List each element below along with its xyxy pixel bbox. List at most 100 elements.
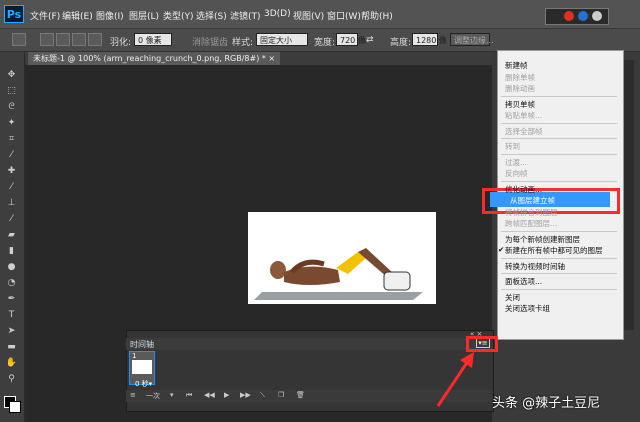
menu-item[interactable]: 为每个新帧创建新图层 [505,234,580,245]
menu-help[interactable]: 帮助(H) [361,9,393,22]
brush-icon[interactable]: ⁄ [5,182,18,193]
annotation-box-menu-button [466,336,498,352]
menu-item[interactable]: 反向帧 [505,168,528,179]
play-icon[interactable]: ▶ [224,391,229,399]
tray-icon-blue[interactable] [578,11,588,21]
menu-item[interactable]: 关闭 [505,292,520,303]
document-tab[interactable]: 未标题-1 @ 100% (arm_reaching_crunch_0.png,… [28,52,281,65]
menu-item[interactable]: 转到 [505,141,520,152]
menu-separator [501,153,617,155]
menu-separator [501,288,617,290]
width-label: 宽度: [314,38,336,48]
stamp-icon[interactable]: ⊥ [5,198,18,209]
menu-select[interactable]: 选择(S) [196,9,227,22]
hand-icon[interactable]: ✋ [5,358,18,369]
menu-window[interactable]: 窗口(W) [327,9,361,22]
menu-type[interactable]: 类型(Y) [163,9,194,22]
pen-icon[interactable]: ✒ [5,294,18,305]
type-tool-icon[interactable]: T [5,310,18,321]
eyedropper-icon[interactable]: ⁄ [5,150,18,161]
menu-item[interactable]: 过渡... [505,157,527,168]
menu-item[interactable]: 删除动画 [505,83,535,94]
magic-wand-icon[interactable]: ✦ [5,118,18,129]
panel-scrollbar[interactable] [624,60,634,330]
first-frame-icon[interactable]: ⏮ [186,391,192,400]
document-canvas[interactable] [248,212,436,304]
close-icon[interactable]: × [268,54,275,63]
blur-icon[interactable]: ● [5,262,18,273]
menu-item[interactable]: 粘贴单帧... [505,110,542,121]
menu-separator [501,230,617,232]
background-color-swatch[interactable] [9,401,21,413]
duplicate-frame-icon[interactable]: ❐ [278,391,284,399]
timeline-title: 时间轴 [130,340,154,349]
zoom-icon[interactable]: ⚲ [5,374,18,385]
menu-separator [501,138,617,139]
menu-filter[interactable]: 滤镜(T) [230,9,261,22]
menu-image[interactable]: 图像(I) [96,9,124,22]
menu-view[interactable]: 视图(V) [293,9,324,22]
tween-icon[interactable]: ⟍ [260,391,265,400]
path-select-icon[interactable]: ➤ [5,326,18,337]
new-selection-icon[interactable] [40,33,54,46]
feather-input[interactable]: 0 像素 [134,33,172,46]
menu-item[interactable]: 选择全部帧 [505,126,543,137]
frame-delay-select[interactable]: 0 秒▾ [135,379,152,389]
lasso-icon[interactable]: ᘓ [5,102,18,113]
figure-head [270,261,286,279]
move-tool-icon[interactable]: ✥ [5,70,18,81]
menu-separator [501,180,617,182]
window-controls[interactable] [545,8,609,25]
crop-icon[interactable]: ⌗ [5,134,18,145]
tray-icon-red[interactable] [564,11,574,21]
eraser-icon[interactable]: ▰ [5,230,18,241]
marquee-tool-icon[interactable] [12,33,26,46]
menu-item[interactable]: 新建帧 [505,60,528,71]
feather-label: 羽化: [110,38,132,48]
dodge-icon[interactable]: ◔ [5,278,18,289]
shape-icon[interactable]: ▬ [5,342,18,353]
timeline-options-icon[interactable]: ≡ [130,391,136,399]
history-brush-icon[interactable]: ⁄ [5,214,18,225]
menu-file[interactable]: 文件(F) [30,9,60,22]
tray-icon-settings[interactable] [592,11,602,21]
menu-edit[interactable]: 编辑(E) [62,9,93,22]
menu-item[interactable]: 关闭选项卡组 [505,303,550,314]
height-input[interactable]: 1280 像 [412,33,447,46]
crunch-exercise-image [254,248,423,300]
timeline-header [126,338,492,350]
add-selection-icon[interactable] [56,33,70,46]
menu-separator [501,122,617,124]
loop-dropdown-icon[interactable]: ▾ [170,391,174,399]
menu-separator [501,95,617,97]
healing-brush-icon[interactable]: ✚ [5,166,18,177]
delete-frame-icon[interactable]: 🗑 [296,391,305,399]
loop-select[interactable]: 一次 [146,391,160,401]
swap-dimensions-icon[interactable]: ⇄ [366,35,374,45]
height-label: 高度: [390,38,412,48]
intersect-selection-icon[interactable] [88,33,102,46]
menu-item[interactable]: 拷贝单帧 [505,99,535,110]
menu-item[interactable]: 删除单帧 [505,72,535,83]
menu-item[interactable]: 将帧拼合到图层 [505,207,558,218]
antialias-checkbox-label[interactable]: 消除锯齿 [192,35,228,48]
menu-3d[interactable]: 3D(D) [264,9,291,19]
menu-separator [501,257,617,259]
style-label: 样式: [232,38,254,48]
adjust-edge-button[interactable]: 调整边缘... [450,33,494,46]
annotation-arrow-icon [436,352,474,407]
subtract-selection-icon[interactable] [72,33,86,46]
next-frame-icon[interactable]: ▶▶ [240,391,251,399]
menu-layer[interactable]: 图层(L) [129,9,159,22]
menu-item[interactable]: 优化动画... [505,184,542,195]
style-select[interactable]: 固定大小 [256,33,308,46]
menu-item[interactable]: 跨帧匹配图层... [505,218,557,229]
menu-item[interactable]: 转换为视频时间轴 [505,261,565,272]
marquee-icon[interactable]: ⬚ [5,86,18,97]
menu-item[interactable]: 面板选项... [505,276,542,287]
exercise-mat [254,292,423,300]
previous-frame-icon[interactable]: ◀◀ [204,391,215,399]
width-input[interactable]: 720 像 [336,33,366,46]
menu-item[interactable]: 新建在所有帧中都可见的图层 [505,245,603,256]
gradient-icon[interactable]: ▮ [5,246,18,257]
